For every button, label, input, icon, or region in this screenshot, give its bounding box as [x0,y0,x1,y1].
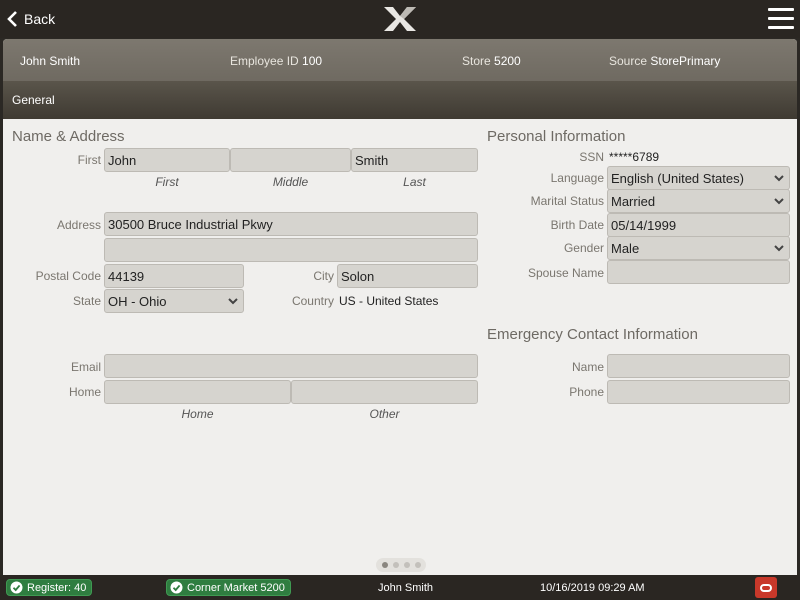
page-dot[interactable] [392,562,399,568]
check-circle-icon [10,581,23,594]
top-bar: Back [0,0,800,38]
emergency-phone-field[interactable] [607,380,790,404]
chevron-left-icon [7,11,17,27]
other-phone-sublabel: Other [369,407,400,421]
gender-select-value: Male [611,241,640,256]
spouse-name-field[interactable] [607,260,790,284]
state-label: State [72,294,101,308]
hamburger-menu-icon[interactable] [768,8,794,30]
emergency-name-label: Name [571,360,604,374]
middle-name-sublabel: Middle [272,175,309,189]
name-address-heading: Name & Address [12,128,125,145]
last-name-field[interactable]: Smith [351,148,478,172]
main-panel: John Smith Employee ID 100 Store 5200 So… [3,39,797,575]
gender-select[interactable]: Male [607,236,790,260]
email-label: Email [70,360,101,374]
last-name-sublabel: Last [403,175,426,189]
language-select-value: English (United States) [611,171,744,186]
ssn-label: SSN [579,150,604,164]
employee-info-bar: John Smith Employee ID 100 Store 5200 So… [3,39,797,81]
state-select-value: OH - Ohio [108,294,167,309]
marital-status-select[interactable]: Married [607,189,790,213]
gender-label: Gender [563,241,604,255]
register-badge: Register: 40 [6,579,93,596]
spouse-name-label: Spouse Name [527,266,604,280]
source-label: Source [609,54,648,68]
state-select[interactable]: OH - Ohio [104,289,244,313]
city-label: City [313,269,334,283]
personal-info-heading: Personal Information [487,128,626,145]
chevron-down-icon [774,198,784,205]
back-button[interactable]: Back [6,8,55,30]
email-field[interactable] [104,354,478,378]
check-circle-icon [170,581,183,594]
source-info: Source StorePrimary [609,54,720,68]
employee-id-value: 100 [302,54,323,68]
emergency-name-field[interactable] [607,354,790,378]
chevron-down-icon [228,298,238,305]
birth-date-label: Birth Date [550,218,604,232]
status-bar: Register: 40 Corner Market 5200 John Smi… [0,575,800,600]
page-dot[interactable] [403,562,410,568]
middle-name-field[interactable] [230,148,351,172]
page-dot[interactable] [414,562,421,568]
country-value: US - United States [339,294,439,308]
first-name-field[interactable]: John [104,148,230,172]
country-label: Country [291,294,334,308]
address-line1-field[interactable]: 30500 Bruce Industrial Pkwy [104,212,478,236]
address-line2-field[interactable] [104,238,478,262]
current-datetime: 10/16/2019 09:29 AM [540,582,645,594]
store-label: Store [462,54,491,68]
other-phone-field[interactable] [291,380,478,404]
home-phone-sublabel: Home [181,407,214,421]
ssn-value: *****6789 [609,150,660,164]
chevron-down-icon [774,175,784,182]
address-label: Address [56,218,101,232]
current-user: John Smith [378,582,434,594]
first-name-label: First [77,153,101,167]
city-field[interactable]: Solon [337,264,478,288]
emergency-contact-heading: Emergency Contact Information [487,326,698,343]
section-header: General [3,81,797,119]
xstore-x-logo-icon [384,7,416,31]
source-value: StorePrimary [650,54,721,68]
birth-date-field[interactable]: 05/14/1999 [607,213,790,237]
language-label: Language [550,171,604,185]
marital-status-label: Marital Status [530,194,604,208]
register-label: Register: 40 [27,581,87,594]
home-phone-label: Home [68,385,101,399]
chevron-down-icon [774,245,784,252]
section-title: General [12,93,55,107]
postal-code-field[interactable]: 44139 [104,264,244,288]
oracle-logo-icon[interactable] [755,577,777,598]
first-name-sublabel: First [155,175,179,189]
employee-id-label: Employee ID [230,54,299,68]
emergency-phone-label: Phone [569,385,604,399]
employee-name: John Smith [20,54,81,68]
back-button-label: Back [24,11,56,27]
page-dot[interactable] [381,562,388,568]
employee-id: Employee ID 100 [230,54,322,68]
marital-status-value: Married [611,194,656,209]
home-phone-field[interactable] [104,380,291,404]
language-select[interactable]: English (United States) [607,166,790,190]
store-value: 5200 [494,54,521,68]
form-content: Name & Address First John Smith First Mi… [3,119,797,575]
page-indicator[interactable] [376,558,426,572]
store-info: Store 5200 [462,54,521,68]
postal-code-label: Postal Code [35,269,101,283]
store-badge: Corner Market 5200 [166,579,291,596]
store-badge-label: Corner Market 5200 [187,581,285,594]
